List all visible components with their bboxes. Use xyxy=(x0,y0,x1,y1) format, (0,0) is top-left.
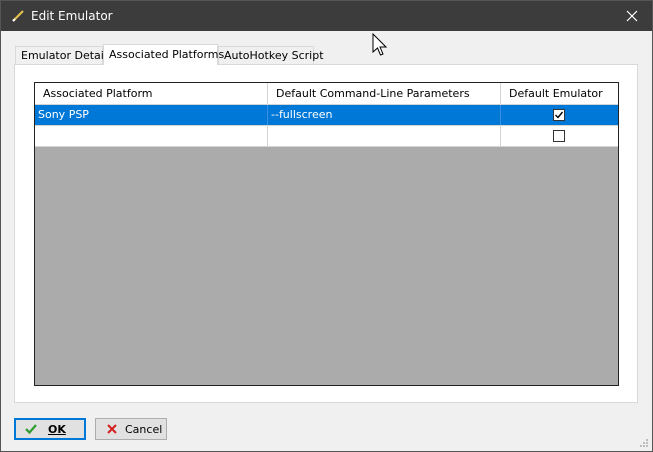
tab-emulator-details[interactable]: Emulator Details xyxy=(15,46,113,64)
checkmark-icon xyxy=(555,111,564,119)
column-header-parameters[interactable]: Default Command-Line Parameters xyxy=(268,83,501,104)
red-x-icon xyxy=(107,424,117,434)
column-header-platform[interactable]: Associated Platform xyxy=(35,83,268,104)
default-checkbox[interactable] xyxy=(553,109,565,121)
mouse-cursor-icon xyxy=(372,33,388,56)
cell-platform[interactable] xyxy=(35,126,268,146)
window-title: Edit Emulator xyxy=(31,9,113,23)
tab-autohotkey-script[interactable]: AutoHotkey Script xyxy=(218,46,324,64)
grid-header: Associated Platform Default Command-Line… xyxy=(35,83,618,105)
title-bar[interactable]: Edit Emulator xyxy=(1,1,652,31)
column-header-default[interactable]: Default Emulator xyxy=(501,83,618,104)
resize-grip-icon[interactable] xyxy=(639,438,649,448)
cell-default[interactable] xyxy=(501,105,618,125)
cell-parameters[interactable]: --fullscreen xyxy=(268,105,501,125)
table-row[interactable]: Sony PSP --fullscreen xyxy=(35,105,618,126)
cancel-button[interactable]: Cancel xyxy=(95,418,167,440)
ok-button[interactable]: OK xyxy=(14,418,86,440)
default-checkbox[interactable] xyxy=(553,130,565,142)
platforms-grid[interactable]: Associated Platform Default Command-Line… xyxy=(34,82,619,386)
table-row[interactable] xyxy=(35,126,618,147)
cell-platform[interactable]: Sony PSP xyxy=(35,105,268,125)
edit-emulator-window: Edit Emulator Emulator Details Associate… xyxy=(0,0,653,452)
tab-associated-platforms[interactable]: Associated Platforms xyxy=(103,44,224,65)
cell-parameters[interactable] xyxy=(268,126,501,146)
ok-label: OK xyxy=(48,422,66,436)
close-button[interactable] xyxy=(612,1,652,31)
cell-default[interactable] xyxy=(501,126,618,146)
checkmark-icon xyxy=(25,424,37,435)
close-icon xyxy=(626,10,638,22)
pencil-icon xyxy=(12,10,24,22)
cancel-label: Cancel xyxy=(125,422,163,436)
associated-platforms-panel: Associated Platform Default Command-Line… xyxy=(14,64,638,403)
